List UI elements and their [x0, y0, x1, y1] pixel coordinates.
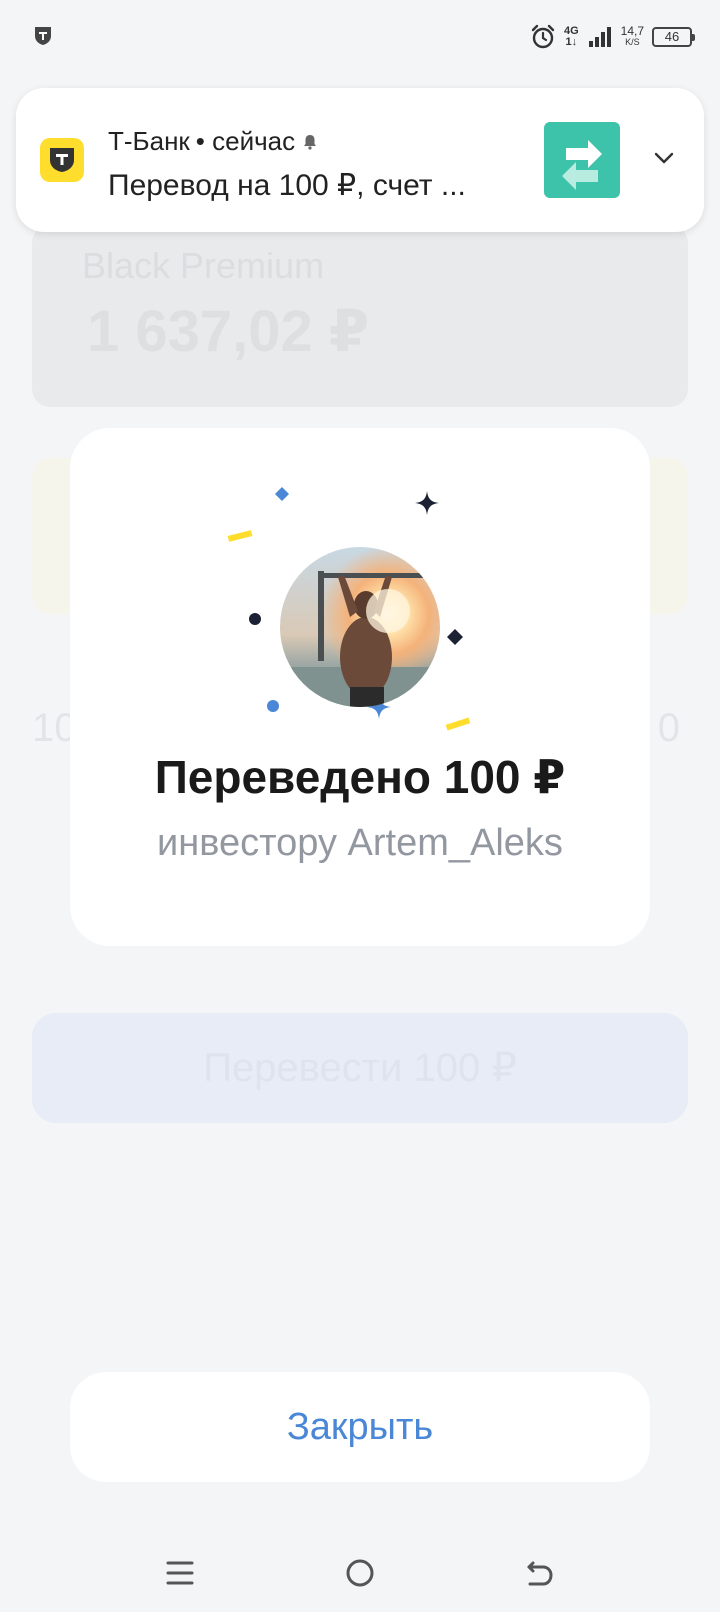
status-bar: 4G 1↓ 14,7 K/S 46 — [0, 0, 720, 72]
background-amount-right: 0 — [657, 706, 680, 750]
close-button[interactable]: Закрыть — [70, 1372, 650, 1482]
network-indicator: 4G 1↓ — [564, 26, 579, 48]
transfer-thumbnail — [544, 122, 620, 198]
success-subtitle: инвестору Artem_Aleks — [157, 822, 563, 864]
tbank-shield-icon — [50, 148, 74, 172]
avatar-photo — [280, 571, 440, 707]
tbank-app-icon — [40, 138, 84, 182]
confetti-diamond-icon — [447, 629, 463, 645]
battery-indicator: 46 — [652, 27, 695, 47]
account-card-balance: 1 637,02 ₽ — [87, 299, 370, 364]
network-speed: 14,7 K/S — [620, 24, 644, 48]
transfer-arrows-icon — [562, 140, 602, 190]
confetti-dot-icon — [249, 613, 261, 625]
account-card-name: Black Premium — [82, 245, 325, 286]
signal-icon — [588, 27, 611, 47]
notification-time: • сейчас — [195, 126, 296, 156]
push-notification[interactable]: Т-Банк • сейчас Перевод на 100 ₽, счет .… — [16, 88, 704, 232]
network-speed-unit: K/S — [625, 37, 640, 47]
system-navigation-bar — [0, 1530, 720, 1612]
success-title: Переведено 100 ₽ — [154, 751, 566, 803]
recipient-avatar — [280, 547, 440, 707]
account-card: Black Premium 1 637,02 ₽ — [32, 225, 688, 407]
back-icon[interactable] — [525, 1558, 555, 1588]
chevron-down-icon[interactable] — [652, 146, 676, 170]
network-speed-value: 14,7 — [620, 24, 644, 38]
confetti-dash-icon — [445, 717, 471, 731]
home-icon[interactable] — [345, 1558, 375, 1588]
confetti-diamond-icon — [275, 487, 289, 501]
alarm-icon — [531, 24, 555, 49]
success-modal: Переведено 100 ₽ инвестору Artem_Aleks — [70, 428, 650, 946]
transfer-button: Перевести 100 ₽ — [32, 1013, 688, 1123]
sparkle-icon — [415, 491, 439, 515]
tbank-shield-icon — [35, 27, 51, 45]
network-activity: 1↓ — [565, 36, 578, 48]
confetti-dot-icon — [267, 700, 279, 712]
bell-icon — [304, 134, 317, 150]
notification-text: Перевод на 100 ₽, счет ... — [108, 169, 466, 202]
menu-icon[interactable] — [165, 1558, 195, 1588]
notification-app-name: Т-Банк — [108, 126, 190, 156]
notification-header: Т-Банк • сейчас — [108, 126, 319, 157]
confetti-dash-icon — [227, 530, 253, 542]
